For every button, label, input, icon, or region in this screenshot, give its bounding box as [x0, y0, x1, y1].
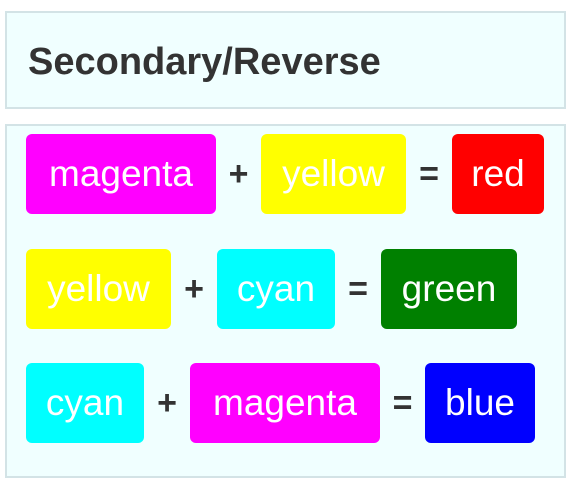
row-1-equals-sign: = [419, 154, 439, 193]
row-3-equals-sign: = [392, 383, 413, 422]
row-2-result: green [381, 249, 517, 329]
row-2-color-a: yellow [26, 249, 171, 329]
color-mix-row-3: cyan + magenta = blue [26, 363, 535, 443]
color-mix-row-2: yellow + cyan = green [26, 249, 517, 329]
color-mix-panel: magenta + yellow = red yellow + cyan = g… [5, 124, 566, 478]
row-3-color-a: cyan [26, 363, 144, 443]
header-panel: Secondary/Reverse [5, 11, 566, 109]
row-3-color-b: magenta [190, 363, 380, 443]
row-1-result: red [452, 134, 544, 214]
row-2-equals-sign: = [348, 269, 368, 308]
row-3-plus-sign: + [157, 383, 177, 422]
color-mix-row-1: magenta + yellow = red [26, 134, 544, 214]
row-1-plus-sign: + [228, 154, 249, 193]
row-2-color-b: cyan [217, 249, 335, 329]
row-2-plus-sign: + [184, 269, 204, 308]
row-1-color-b: yellow [261, 134, 406, 214]
page-title: Secondary/Reverse [28, 41, 381, 83]
row-1-color-a: magenta [26, 134, 216, 214]
row-3-result: blue [425, 363, 535, 443]
